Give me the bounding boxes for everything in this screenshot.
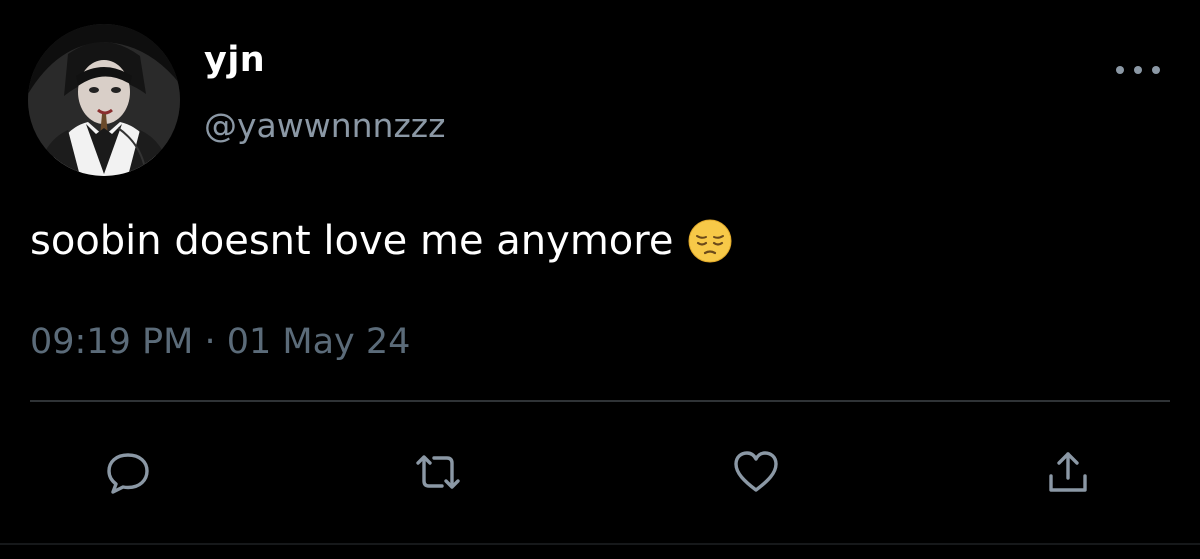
- more-dot: [1134, 66, 1142, 74]
- more-dot: [1116, 66, 1124, 74]
- retweet-button[interactable]: [408, 440, 468, 504]
- like-button[interactable]: [726, 440, 786, 504]
- tweet-text-content: soobin doesnt love me anymore: [30, 218, 674, 264]
- reply-button[interactable]: [98, 440, 158, 504]
- heart-icon: [734, 451, 778, 492]
- divider: [30, 400, 1170, 402]
- more-dot: [1152, 66, 1160, 74]
- share-button[interactable]: [1038, 440, 1098, 504]
- tweet-time: 09:19 PM: [30, 322, 194, 362]
- tweet-timestamp[interactable]: 09:19 PM · 01 May 24: [30, 322, 410, 362]
- bottom-divider: [0, 543, 1200, 545]
- share-upload-icon: [1049, 452, 1087, 492]
- speech-bubble-icon: [107, 453, 149, 494]
- avatar[interactable]: [28, 24, 180, 176]
- display-name[interactable]: yjn: [204, 40, 265, 80]
- avatar-image: [28, 24, 180, 176]
- meta-separator: ·: [204, 322, 216, 362]
- pensive-face-emoji-icon: [687, 218, 733, 264]
- retweet-icon: [416, 455, 460, 489]
- tweet-date: 01 May 24: [226, 322, 411, 362]
- more-options-icon[interactable]: [1116, 58, 1160, 82]
- action-bar: [0, 440, 1200, 504]
- username-handle[interactable]: @yawwnnnzzz: [204, 106, 445, 145]
- tweet-text: soobin doesnt love me anymore: [30, 218, 733, 264]
